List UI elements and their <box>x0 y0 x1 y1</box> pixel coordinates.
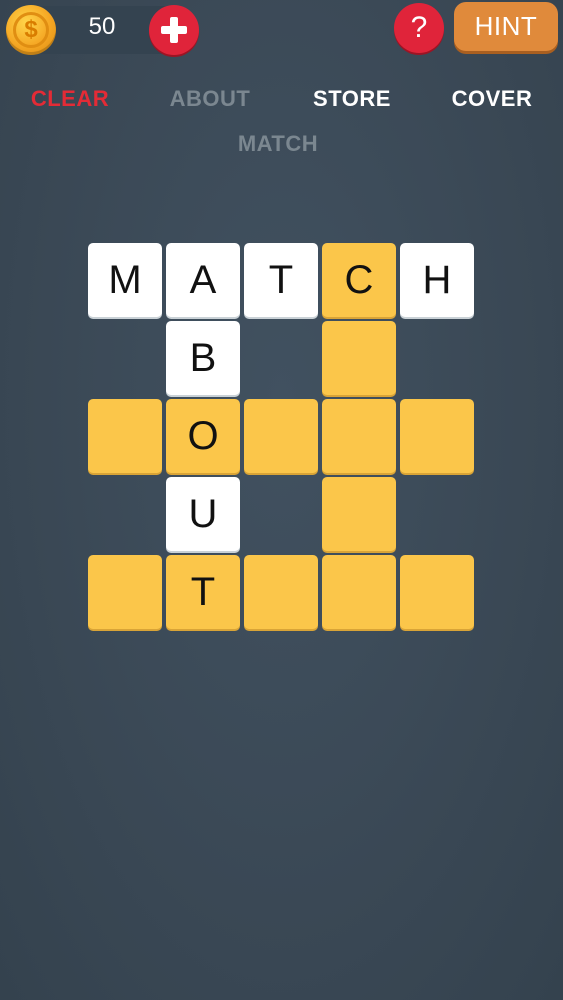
plus-icon-vertical <box>170 17 178 43</box>
grid-tile: B <box>166 321 240 395</box>
word-about: ABOUT <box>169 86 251 111</box>
add-coins-button[interactable] <box>149 5 199 55</box>
word-cover: COVER <box>451 86 533 111</box>
grid-tile <box>322 399 396 473</box>
grid-tile: U <box>166 477 240 551</box>
grid-tile: T <box>166 555 240 629</box>
grid-tile: H <box>400 243 474 317</box>
grid-tile: T <box>244 243 318 317</box>
coin-count: 50 <box>88 13 116 40</box>
dollar-sign: $ <box>13 12 49 48</box>
grid-tile: O <box>166 399 240 473</box>
grid-tile <box>322 555 396 629</box>
grid-tile <box>400 399 474 473</box>
grid-tile <box>244 399 318 473</box>
coin-icon: $ <box>6 5 56 55</box>
grid-tile <box>88 555 162 629</box>
grid-tile <box>88 399 162 473</box>
help-button[interactable]: ? <box>394 3 444 53</box>
grid-tile <box>322 477 396 551</box>
word-match: MATCH <box>237 131 319 156</box>
game-screen: $ 50 ? HINT CLEAR ABOUT STORE COVER MATC… <box>0 0 563 1000</box>
grid-tile: M <box>88 243 162 317</box>
hint-button[interactable]: HINT <box>454 2 558 51</box>
grid-tile <box>322 321 396 395</box>
grid-tile: C <box>322 243 396 317</box>
word-clear: CLEAR <box>30 86 110 111</box>
grid-tile: A <box>166 243 240 317</box>
grid-tile <box>400 555 474 629</box>
grid-tile <box>244 555 318 629</box>
word-store: STORE <box>313 86 391 111</box>
